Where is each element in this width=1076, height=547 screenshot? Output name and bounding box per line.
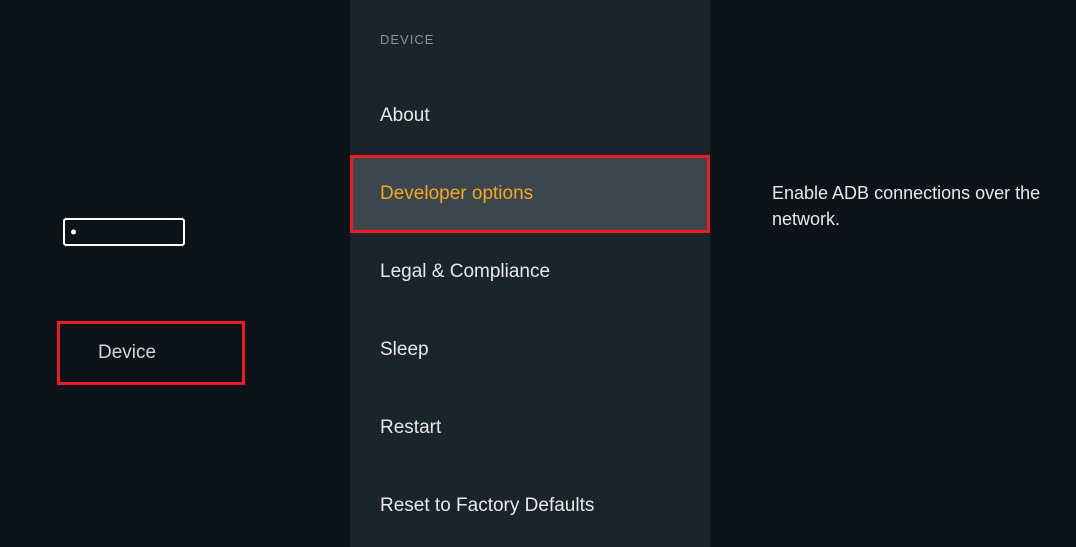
menu-item-legal-compliance[interactable]: Legal & Compliance	[350, 233, 710, 311]
settings-middle-panel: DEVICE About Developer options Legal & C…	[350, 0, 710, 547]
device-icon	[63, 218, 185, 246]
settings-left-panel: Device	[0, 0, 350, 547]
menu-item-reset-factory[interactable]: Reset to Factory Defaults	[350, 467, 710, 545]
settings-right-panel: Enable ADB connections over the network.	[710, 0, 1076, 547]
menu-item-label: Reset to Factory Defaults	[380, 495, 594, 517]
option-description: Enable ADB connections over the network.	[772, 180, 1044, 232]
menu-item-label: Developer options	[380, 183, 533, 205]
menu-item-developer-options[interactable]: Developer options	[350, 155, 710, 233]
menu-item-label: Sleep	[380, 339, 429, 361]
menu-item-label: Legal & Compliance	[380, 261, 550, 283]
category-device[interactable]: Device	[57, 321, 245, 385]
category-label: Device	[98, 342, 156, 364]
menu-item-restart[interactable]: Restart	[350, 389, 710, 467]
menu-item-sleep[interactable]: Sleep	[350, 311, 710, 389]
section-heading: DEVICE	[350, 32, 710, 47]
menu-item-label: Restart	[380, 417, 441, 439]
menu-item-about[interactable]: About	[350, 77, 710, 155]
menu-item-label: About	[380, 105, 430, 127]
